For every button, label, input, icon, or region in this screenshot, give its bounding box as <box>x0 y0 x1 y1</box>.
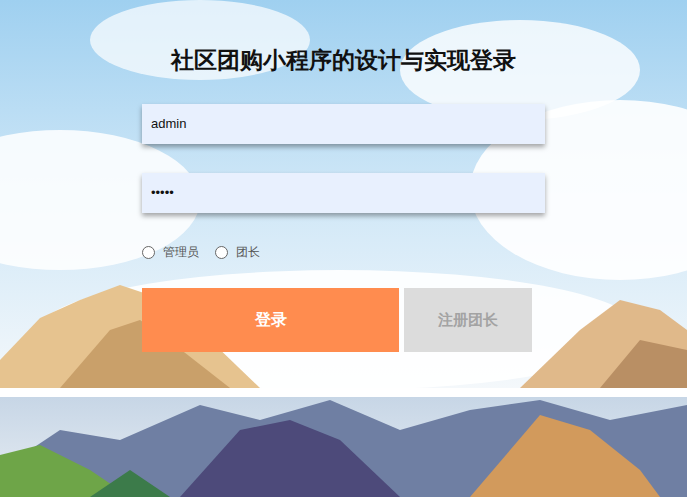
background-scenery-icon <box>0 0 687 497</box>
username-input[interactable] <box>142 104 545 144</box>
role-radio[interactable]: 团长 <box>215 244 260 260</box>
role-group: 管理员团长 <box>142 244 545 260</box>
login-page: 社区团购小程序的设计与实现登录管理员团长登录注册团长 <box>0 0 687 497</box>
role-radio[interactable]: 管理员 <box>142 244 199 260</box>
login-title: 社区团购小程序的设计与实现登录 <box>142 45 545 75</box>
radio-circle-icon[interactable] <box>142 246 155 259</box>
radio-circle-icon[interactable] <box>215 246 228 259</box>
register-button[interactable]: 注册团长 <box>404 288 532 352</box>
password-input[interactable] <box>142 173 545 213</box>
login-button[interactable]: 登录 <box>142 288 399 352</box>
fields <box>142 104 545 213</box>
button-row: 登录注册团长 <box>142 288 545 352</box>
login-form: 社区团购小程序的设计与实现登录管理员团长登录注册团长 <box>142 0 545 352</box>
